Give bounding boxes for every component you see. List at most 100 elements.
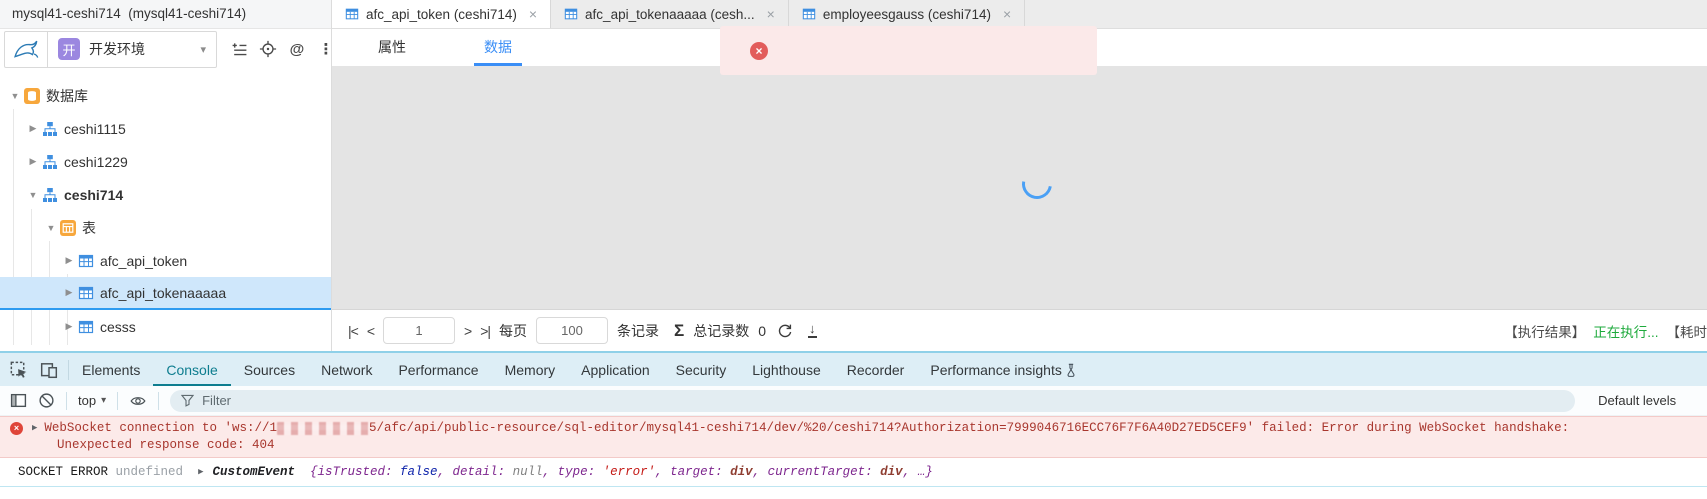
devtools-tab-performance[interactable]: Performance bbox=[385, 353, 491, 386]
tab-label: afc_api_token (ceshi714) bbox=[366, 7, 517, 22]
collapse-arrow-icon[interactable]: ▶ bbox=[26, 156, 40, 167]
next-page-button[interactable]: > bbox=[464, 323, 471, 339]
inspect-element-icon[interactable] bbox=[10, 361, 28, 379]
tree-item-ceshi714[interactable]: ▼ ceshi714 bbox=[0, 178, 331, 211]
table-blue-icon bbox=[78, 319, 94, 335]
connection-title: mysql41-ceshi714 (mysql41-ceshi714) bbox=[0, 0, 331, 29]
tree-item-label: 表 bbox=[82, 218, 96, 238]
tab-label: afc_api_tokenaaaaa (cesh... bbox=[585, 7, 755, 22]
funnel-icon bbox=[181, 394, 194, 407]
per-page-input[interactable] bbox=[536, 317, 608, 344]
clear-console-icon[interactable] bbox=[38, 392, 55, 409]
tab-afc-api-token[interactable]: afc_api_token (ceshi714) × bbox=[332, 0, 551, 28]
chevron-down-icon: ▾ bbox=[200, 43, 206, 56]
locate-target-icon[interactable] bbox=[258, 39, 278, 59]
divider bbox=[158, 392, 159, 410]
loading-spinner bbox=[1016, 163, 1058, 205]
prev-page-button[interactable]: < bbox=[367, 323, 374, 339]
error-circle-icon: × bbox=[10, 422, 23, 435]
log-object-preview: {isTrusted: false, detail: null, type: '… bbox=[295, 465, 933, 479]
collapse-arrow-icon[interactable]: ▶ bbox=[62, 321, 76, 332]
table-blue-icon bbox=[78, 285, 94, 301]
list-plus-icon[interactable] bbox=[229, 39, 249, 59]
expand-triangle-icon[interactable]: ▶ bbox=[32, 420, 37, 437]
env-badge: 开 bbox=[58, 38, 80, 60]
exec-running-text: 正在执行... bbox=[1593, 325, 1658, 340]
devtools-tab-application[interactable]: Application bbox=[568, 353, 663, 386]
subtab-properties[interactable]: 属性 bbox=[368, 32, 416, 66]
log-levels-dropdown[interactable]: Default levels bbox=[1598, 393, 1676, 408]
devtools-tab-performance-insights[interactable]: Performance insights bbox=[917, 353, 1091, 386]
tab-afc-api-tokenaaaaa[interactable]: afc_api_tokenaaaaa (cesh... × bbox=[551, 0, 789, 28]
log-undefined: undefined bbox=[116, 465, 184, 479]
devtools-tab-sources[interactable]: Sources bbox=[231, 353, 308, 386]
eye-icon[interactable] bbox=[129, 393, 147, 409]
devtools-tab-recorder[interactable]: Recorder bbox=[834, 353, 918, 386]
error-text-line2: Unexpected response code: 404 bbox=[0, 437, 1707, 454]
expand-arrow-icon[interactable]: ▼ bbox=[8, 91, 22, 101]
page-number-input[interactable] bbox=[383, 317, 455, 344]
data-grid-loading-area bbox=[332, 66, 1707, 309]
mysql-logo-icon bbox=[5, 32, 48, 67]
divider bbox=[117, 392, 118, 410]
console-log-entry: SOCKET ERROR undefined ▶CustomEvent {isT… bbox=[0, 458, 1707, 486]
close-icon[interactable]: × bbox=[767, 6, 775, 22]
records-label: 条记录 bbox=[617, 321, 659, 341]
devtools-tab-elements[interactable]: Elements bbox=[69, 353, 153, 386]
expand-triangle-icon[interactable]: ▶ bbox=[198, 467, 203, 477]
tree-item-afc-api-tokenaaaaa[interactable]: ▶ afc_api_tokenaaaaa bbox=[0, 277, 331, 310]
database-tree: ▼ 数据库 ▶ ceshi1115 ▶ ceshi1229 ▼ ceshi714 bbox=[0, 69, 331, 351]
console-sidebar-toggle-icon[interactable] bbox=[10, 392, 27, 409]
devtools-tab-memory[interactable]: Memory bbox=[492, 353, 569, 386]
sidebar-toolbar: 开 开发环境 ▾ @ ⋮ bbox=[0, 29, 331, 69]
filter-input[interactable] bbox=[202, 393, 1564, 408]
subtab-data[interactable]: 数据 bbox=[474, 32, 522, 66]
collapse-arrow-icon[interactable]: ▶ bbox=[26, 123, 40, 134]
tree-item-ceshi1115[interactable]: ▶ ceshi1115 bbox=[0, 112, 331, 145]
tree-item-databases[interactable]: ▼ 数据库 bbox=[0, 79, 331, 112]
tree-item-label: ceshi1115 bbox=[64, 121, 126, 137]
editor-tabstrip: afc_api_token (ceshi714) × afc_api_token… bbox=[332, 0, 1707, 29]
close-icon[interactable]: × bbox=[1003, 6, 1011, 22]
device-toolbar-icon[interactable] bbox=[40, 361, 58, 379]
engine-env-dropdown[interactable]: 开 开发环境 ▾ bbox=[4, 31, 217, 68]
tree-item-afc-api-token[interactable]: ▶ afc_api_token bbox=[0, 244, 331, 277]
main-area: afc_api_token (ceshi714) × afc_api_token… bbox=[332, 0, 1707, 351]
sigma-count-icon[interactable]: Σ bbox=[674, 321, 684, 341]
error-toast: × bbox=[720, 26, 1097, 75]
download-icon[interactable]: ↓ bbox=[808, 323, 817, 338]
refresh-icon[interactable] bbox=[777, 323, 793, 339]
table-blue-icon bbox=[802, 7, 816, 21]
database-orange-icon bbox=[24, 88, 40, 104]
devtools-tab-console[interactable]: Console bbox=[153, 353, 230, 386]
console-error-message: × ▶ WebSocket connection to 'ws://15/afc… bbox=[0, 416, 1707, 458]
table-blue-icon bbox=[345, 7, 359, 21]
expand-arrow-icon[interactable]: ▼ bbox=[44, 223, 58, 233]
expand-arrow-icon[interactable]: ▼ bbox=[26, 190, 40, 200]
close-icon[interactable]: × bbox=[529, 6, 537, 22]
tree-item-cesss[interactable]: ▶ cesss bbox=[0, 310, 331, 343]
das-sql-editor-panel: mysql41-ceshi714 (mysql41-ceshi714) 开 开发… bbox=[0, 0, 1707, 351]
collapse-arrow-icon[interactable]: ▶ bbox=[62, 287, 76, 298]
devtools-tab-network[interactable]: Network bbox=[308, 353, 385, 386]
tree-item-label: ceshi714 bbox=[64, 187, 123, 203]
tab-employeesgauss[interactable]: employeesgauss (ceshi714) × bbox=[789, 0, 1025, 28]
collapse-arrow-icon[interactable]: ▶ bbox=[62, 255, 76, 266]
console-toolbar: top ▾ Default levels bbox=[0, 386, 1707, 416]
console-filter[interactable] bbox=[170, 390, 1575, 412]
at-sign-icon[interactable]: @ bbox=[287, 39, 307, 59]
devtools-tab-lighthouse[interactable]: Lighthouse bbox=[739, 353, 834, 386]
first-page-button[interactable]: |< bbox=[348, 323, 358, 339]
schema-icon bbox=[42, 121, 58, 137]
tree-item-label: cesss bbox=[100, 319, 136, 335]
tree-item-ceshi1229[interactable]: ▶ ceshi1229 bbox=[0, 145, 331, 178]
js-context-selector[interactable]: top ▾ bbox=[78, 393, 106, 408]
last-page-button[interactable]: >| bbox=[480, 323, 490, 339]
console-prompt-divider bbox=[0, 486, 1707, 499]
devtools-tab-security[interactable]: Security bbox=[663, 353, 740, 386]
exec-result-label: 【执行结果】 bbox=[1504, 325, 1585, 340]
total-records-label: 总记录数 bbox=[693, 321, 749, 341]
elapsed-label: 【耗时 bbox=[1667, 325, 1707, 340]
per-page-label: 每页 bbox=[499, 321, 527, 341]
tree-item-tables-folder[interactable]: ▼ 表 bbox=[0, 211, 331, 244]
